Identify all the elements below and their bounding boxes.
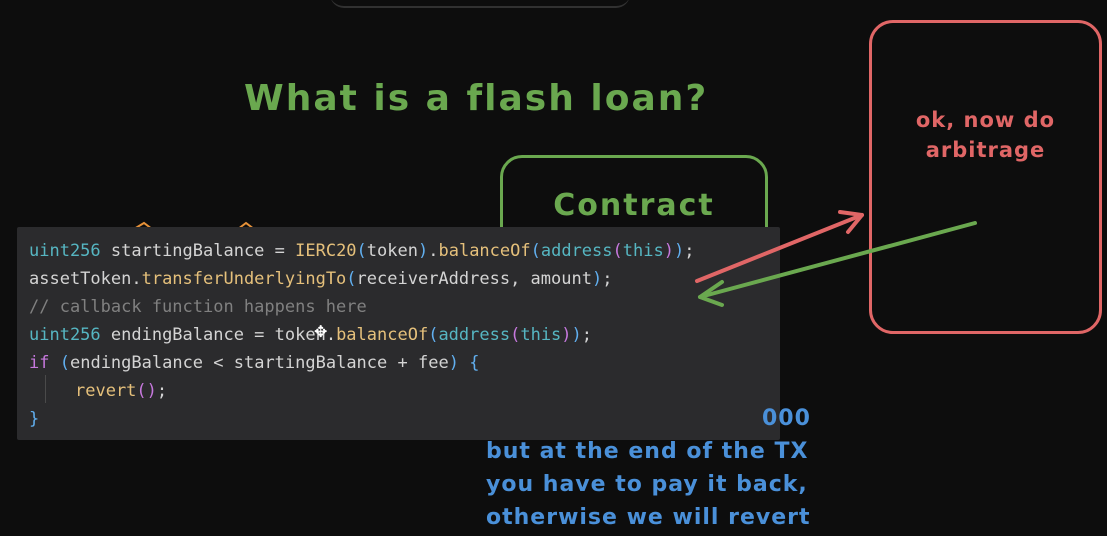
red-arrow	[695, 210, 864, 283]
notes-line-1: but at the end of the TX	[486, 439, 809, 464]
notes-line-3: otherwise we will revert	[486, 505, 811, 530]
notes-line-2: you have to pay it back,	[486, 472, 808, 497]
blue-notes: 000 but at the end of the TX you have to…	[486, 402, 846, 534]
notes-partial: 000	[762, 406, 811, 431]
